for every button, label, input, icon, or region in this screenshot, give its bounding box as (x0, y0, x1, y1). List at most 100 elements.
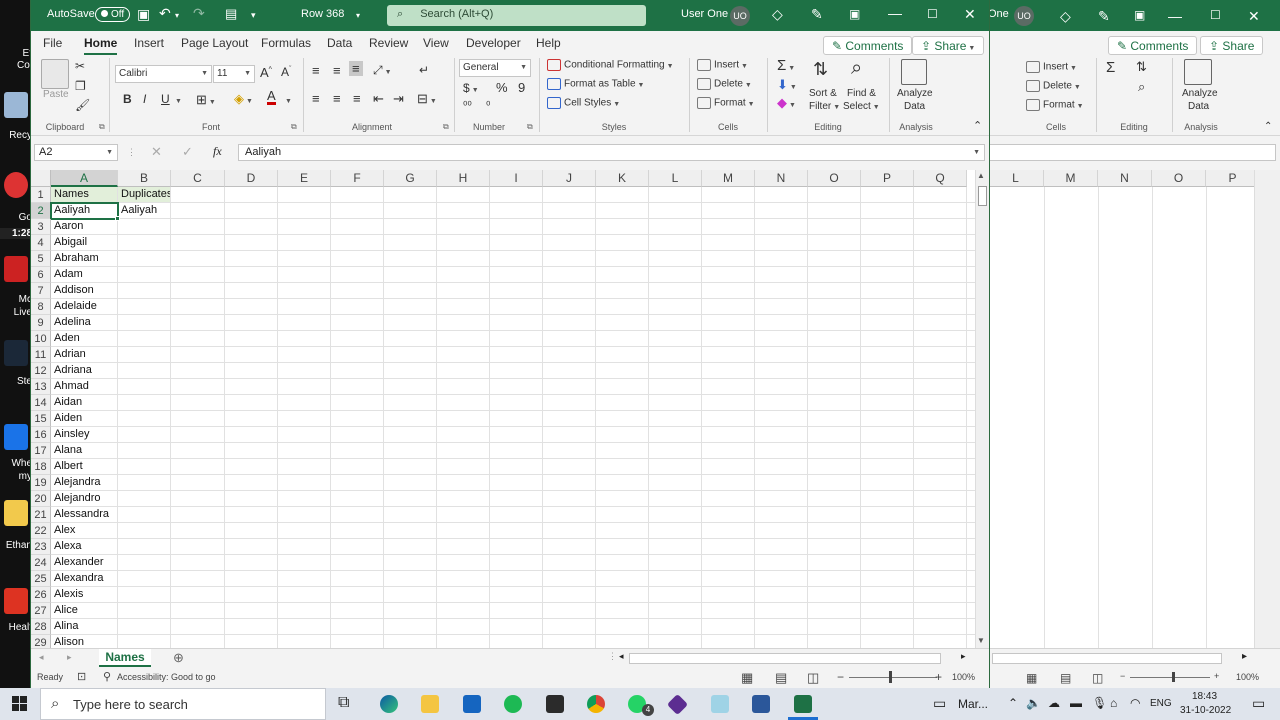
column-header-k[interactable]: K (596, 170, 649, 187)
table-cell[interactable]: Alexa (51, 539, 118, 555)
form-icon[interactable]: ▤ (225, 6, 237, 22)
conditional-formatting-button[interactable]: Conditional Formatting ▼ (547, 59, 674, 71)
table-cell[interactable] (118, 507, 171, 523)
row-header[interactable]: 10 (31, 331, 51, 347)
table-cell[interactable]: Aden (51, 331, 118, 347)
table-cell[interactable]: Alison (51, 635, 118, 648)
format-painter-icon[interactable]: 🖌 (75, 98, 90, 112)
active-window-icon[interactable]: ▭ (933, 695, 946, 712)
bg-vertical-scrollbar[interactable] (1254, 170, 1280, 648)
bg-sum-icon[interactable]: Σ (1106, 59, 1115, 76)
pdf-icon[interactable] (4, 588, 28, 614)
column-header-c[interactable]: C (171, 170, 225, 187)
table-cell[interactable]: Alice (51, 603, 118, 619)
tab-data[interactable]: Data (327, 36, 352, 50)
undo-icon[interactable]: ↶ (159, 5, 171, 22)
select-all-button[interactable] (31, 170, 51, 187)
column-header-i[interactable]: I (490, 170, 543, 187)
active-app-label[interactable]: Mar... (958, 697, 988, 711)
bg-zoom-thumb[interactable] (1172, 672, 1175, 682)
underline-dropdown-icon[interactable]: ▼ (173, 95, 182, 106)
page-break-view-icon[interactable]: ◫ (807, 670, 819, 686)
table-cell[interactable] (118, 235, 171, 251)
column-header-h[interactable]: H (437, 170, 490, 187)
decrease-font-icon[interactable]: Aˇ (281, 65, 291, 79)
underline-icon[interactable]: U (161, 92, 170, 106)
bg-col-header[interactable]: O (1152, 170, 1206, 187)
table-cell[interactable]: Alejandra (51, 475, 118, 491)
percent-icon[interactable]: % (496, 80, 508, 95)
sort-filter-label-1[interactable]: Sort & (809, 88, 837, 99)
zoom-level[interactable]: 100% (952, 672, 975, 682)
word-icon[interactable] (752, 695, 770, 713)
table-cell[interactable]: Abraham (51, 251, 118, 267)
taskbar-search-box[interactable]: ⌕ Type here to search (40, 688, 326, 720)
maximize-icon[interactable]: ☐ (927, 7, 938, 21)
bg-comments-button[interactable]: ✎ Comments (1108, 36, 1198, 55)
table-cell[interactable]: Ainsley (51, 427, 118, 443)
bg-share-button[interactable]: ⇪ Share (1200, 36, 1264, 55)
wrap-text-icon[interactable]: ↵ (419, 63, 429, 77)
table-cell[interactable]: Aiden (51, 411, 118, 427)
bg-format-button[interactable]: Format ▼ (1026, 99, 1084, 111)
column-header-d[interactable]: D (225, 170, 278, 187)
column-header-o[interactable]: O (808, 170, 861, 187)
bg-col-header[interactable]: N (1098, 170, 1152, 187)
table-cell[interactable] (118, 635, 171, 648)
paste-label[interactable]: Paste (43, 89, 69, 100)
bg-zoom-out-icon[interactable]: − (1120, 671, 1125, 681)
bg-find-icon[interactable]: ⌕ (1138, 79, 1145, 95)
folder-icon[interactable] (4, 500, 28, 526)
file-explorer-icon[interactable] (421, 695, 439, 713)
collapse-ribbon-icon[interactable]: ⌃ (1264, 121, 1272, 132)
tray-chevron-icon[interactable]: ⌃ (1008, 696, 1018, 710)
row-header[interactable]: 6 (31, 267, 51, 283)
table-cell[interactable] (118, 491, 171, 507)
table-cell[interactable]: Adriana (51, 363, 118, 379)
background-excel-window[interactable]: One UO ◇ ✎ ▣ — ☐ ✕ ✎ Comments ⇪ Share In… (988, 0, 1280, 688)
table-cell[interactable] (118, 571, 171, 587)
align-center-icon[interactable]: ≡ (333, 91, 341, 106)
alignment-launcher-icon[interactable]: ⧉ (443, 122, 449, 132)
pen-icon[interactable]: ✎ (811, 6, 823, 23)
more-icon[interactable]: ⋮ (127, 147, 136, 158)
column-header-j[interactable]: J (543, 170, 596, 187)
collapse-ribbon-icon[interactable]: ⌃ (973, 119, 982, 132)
align-right-icon[interactable]: ≡ (353, 91, 361, 106)
windows-start-icon[interactable] (12, 696, 28, 712)
align-left-icon[interactable]: ≡ (312, 91, 320, 106)
excel-icon[interactable] (794, 695, 812, 713)
share-button[interactable]: ⇪ Share ▼ (912, 36, 985, 55)
edge-icon[interactable] (380, 695, 398, 713)
font-color-icon[interactable]: A (267, 89, 276, 105)
customize-toolbar-icon[interactable]: ▾ (251, 10, 256, 21)
bg-delete-button[interactable]: Delete ▼ (1026, 80, 1081, 92)
row-header[interactable]: 9 (31, 315, 51, 331)
column-header-a[interactable]: A (51, 170, 118, 187)
close-icon[interactable]: ✕ (1248, 8, 1260, 25)
horizontal-scrollbar[interactable] (629, 653, 941, 664)
title-dropdown-icon[interactable]: ▾ (356, 11, 360, 20)
sheet-divider-icon[interactable]: ⋮ (608, 651, 617, 662)
insert-cells-button[interactable]: Insert ▼ (697, 59, 748, 71)
copy-icon[interactable]: ❐ (75, 79, 86, 93)
bg-grid[interactable]: L M N O P (988, 170, 1268, 648)
analyze-data-icon[interactable] (901, 59, 927, 85)
prev-sheet-icon[interactable]: ◂ (39, 652, 44, 663)
maximize-icon[interactable]: ☐ (1210, 8, 1221, 22)
increase-indent-icon[interactable]: ⇥ (393, 91, 404, 107)
table-header-cell[interactable]: Names (51, 187, 118, 203)
page-layout-view-icon[interactable]: ▤ (775, 670, 787, 686)
bg-analyze-data-icon[interactable] (1184, 59, 1212, 85)
bg-formula-input[interactable] (988, 144, 1276, 161)
wifi-icon[interactable]: ◠ (1130, 696, 1140, 710)
row-header[interactable]: 17 (31, 443, 51, 459)
font-name-select[interactable]: Calibri ▼ (115, 65, 212, 83)
table-cell[interactable]: Alex (51, 523, 118, 539)
row-header[interactable]: 11 (31, 347, 51, 363)
borders-icon[interactable]: ⊞ ▼ (196, 92, 216, 108)
zoom-slider[interactable] (849, 677, 937, 678)
find-select-label-2[interactable]: Select ▼ (843, 101, 880, 112)
diamond-icon[interactable]: ◇ (1060, 8, 1071, 25)
add-sheet-icon[interactable]: ⊕ (173, 650, 184, 666)
